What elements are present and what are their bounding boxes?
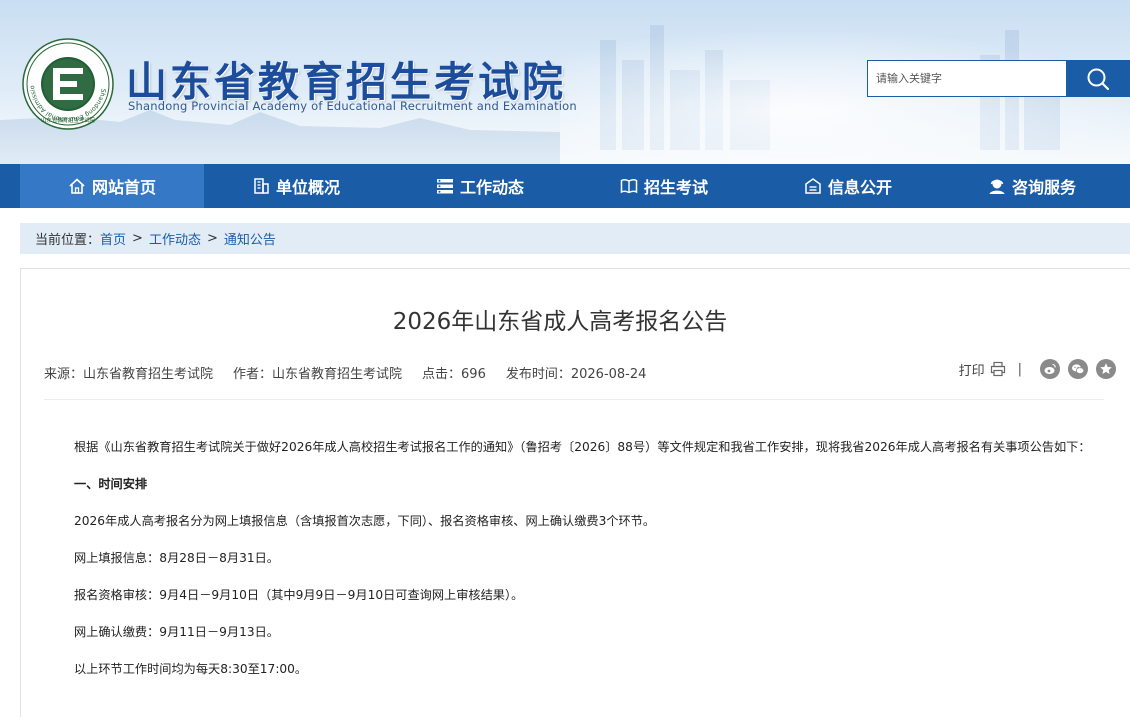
- search-button[interactable]: [1066, 60, 1130, 97]
- main-nav: 网站首页 单位概况 工作动态 招生考试 信息公开 咨询服务: [0, 164, 1130, 208]
- article-source: 来源：山东省教育招生考试院: [44, 367, 214, 382]
- search-input[interactable]: [867, 60, 1066, 97]
- meta-divider: [44, 399, 1104, 400]
- nav-item-consult[interactable]: 咨询服务: [940, 164, 1124, 208]
- nav-item-label: 信息公开: [827, 178, 892, 197]
- article-paragraph: 报名资格审核：9月4日－9月10日（其中9月9日－9月10日可查询网上审核结果）…: [74, 588, 524, 602]
- article-meta: 来源：山东省教育招生考试院 作者：山东省教育招生考试院 点击：696 发布时间：…: [44, 363, 666, 382]
- site-header: Shandong Educational Admission & Examina…: [0, 0, 1130, 164]
- article-paragraph: 2026年成人高考报名分为网上填报信息（含填报首次志愿，下同）、报名资格审核、网…: [74, 514, 656, 528]
- site-logo: Shandong Educational Admission & Examina…: [22, 38, 114, 130]
- breadcrumb-prefix: 当前位置：: [35, 233, 101, 248]
- nav-item-label: 网站首页: [91, 178, 156, 197]
- nav-item-exams[interactable]: 招生考试: [572, 164, 756, 208]
- breadcrumb-separator: >: [132, 231, 143, 246]
- article-panel: 2026年山东省成人高考报名公告 来源：山东省教育招生考试院 作者：山东省教育招…: [20, 268, 1130, 717]
- article-body: 根据《山东省教育招生考试院关于做好2026年成人高校招生考试报名工作的通知》（鲁…: [44, 435, 1111, 694]
- article-paragraph: 网上确认缴费：9月11日－9月13日。: [74, 625, 279, 639]
- wechat-icon: [1072, 364, 1085, 375]
- nav-item-disclosure[interactable]: 信息公开: [756, 164, 940, 208]
- nav-item-label: 咨询服务: [1011, 178, 1076, 197]
- article-title: 2026年山东省成人高考报名公告: [392, 309, 728, 335]
- print-label: 打印: [958, 363, 985, 379]
- home-icon: [68, 177, 86, 195]
- nav-item-label: 单位概况: [275, 178, 340, 197]
- article-paragraph: 以上环节工作时间均为每天8:30至17:00。: [74, 662, 308, 676]
- weibo-icon: [1044, 363, 1056, 374]
- nav-item-news[interactable]: 工作动态: [388, 164, 572, 208]
- share-wechat-button[interactable]: [1068, 359, 1088, 379]
- breadcrumb-home-link[interactable]: 首页: [100, 229, 126, 248]
- search-icon: [1087, 68, 1110, 90]
- share-weibo-button[interactable]: [1040, 359, 1060, 379]
- tools-separator: |: [1017, 361, 1022, 377]
- logo-bottom-text: 山东省教育招生考试院: [41, 116, 96, 124]
- article-tools: 打印 |: [959, 359, 1116, 379]
- article-date: 发布时间：2026-08-24: [505, 367, 647, 382]
- breadcrumb-notice-link[interactable]: 通知公告: [224, 229, 276, 248]
- nav-item-label: 工作动态: [459, 178, 524, 197]
- star-icon: [1100, 363, 1112, 374]
- print-button[interactable]: 打印: [959, 360, 1006, 379]
- breadcrumb-news-link[interactable]: 工作动态: [149, 229, 201, 248]
- site-subtitle: Shandong Provincial Academy of Education…: [128, 99, 577, 113]
- article-paragraph: 根据《山东省教育招生考试院关于做好2026年成人高校招生考试报名工作的通知》（鲁…: [74, 440, 1091, 454]
- breadcrumb: 当前位置： 首页 > 工作动态 > 通知公告: [20, 223, 1130, 254]
- nav-item-label: 招生考试: [643, 178, 708, 197]
- nav-item-about[interactable]: 单位概况: [204, 164, 388, 208]
- building-icon: [252, 177, 270, 195]
- support-icon: [988, 177, 1006, 195]
- nav-item-home[interactable]: 网站首页: [20, 164, 204, 208]
- search-box: [867, 60, 1130, 97]
- info-icon: [804, 177, 822, 195]
- share-favorite-button[interactable]: [1096, 359, 1116, 379]
- article-paragraph: 网上填报信息：8月28日－8月31日。: [74, 551, 279, 565]
- section-heading: 一、时间安排: [74, 477, 148, 491]
- list-icon: [436, 177, 454, 195]
- printer-icon: [990, 361, 1005, 377]
- article-author: 作者：山东省教育招生考试院: [233, 367, 403, 382]
- breadcrumb-separator: >: [206, 231, 218, 246]
- book-icon: [620, 177, 638, 195]
- article-views: 点击：696: [422, 367, 486, 382]
